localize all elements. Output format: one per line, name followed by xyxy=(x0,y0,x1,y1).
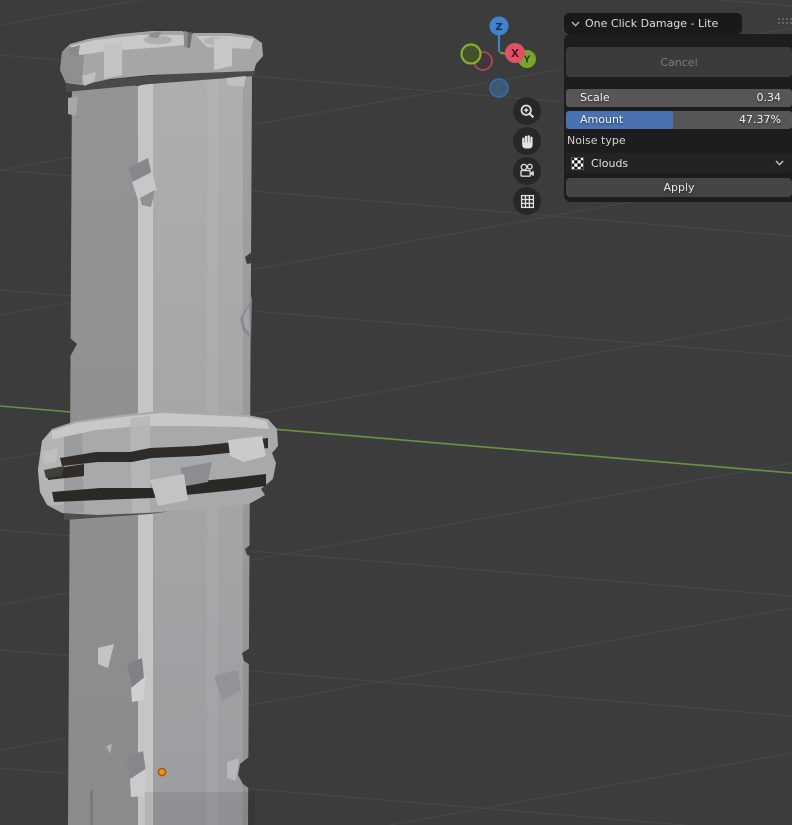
scale-value: 0.34 xyxy=(757,89,782,107)
camera-icon xyxy=(518,162,536,180)
axis-z-negative-ball[interactable] xyxy=(490,79,508,97)
apply-button[interactable]: Apply xyxy=(566,178,792,197)
camera-view-button[interactable] xyxy=(513,157,541,185)
noise-type-value: Clouds xyxy=(591,157,628,170)
panel-header[interactable]: One Click Damage - Lite xyxy=(564,13,742,34)
panel-title: One Click Damage - Lite xyxy=(585,17,718,30)
object-origin-point xyxy=(158,768,165,775)
amount-label: Amount xyxy=(580,111,623,129)
pan-button[interactable] xyxy=(513,127,541,155)
noise-type-label: Noise type xyxy=(567,133,626,149)
noise-type-dropdown[interactable]: Clouds xyxy=(566,153,792,173)
toggle-grid-button[interactable] xyxy=(513,187,541,215)
zoom-icon xyxy=(519,103,536,120)
scale-slider[interactable]: Scale 0.34 xyxy=(566,89,792,107)
dropdown-chevron-icon xyxy=(775,160,784,166)
zoom-button[interactable] xyxy=(513,97,541,125)
navigation-gizmo[interactable]: Y X Z xyxy=(455,10,547,106)
amount-value: 47.37% xyxy=(739,111,781,129)
axis-x-ball[interactable]: X xyxy=(505,43,525,63)
pillar-object[interactable] xyxy=(38,31,278,825)
cancel-button[interactable]: Cancel xyxy=(566,47,792,77)
pan-hand-icon xyxy=(519,133,536,150)
chevron-down-icon xyxy=(571,21,580,27)
scale-label: Scale xyxy=(580,89,610,107)
svg-text:Z: Z xyxy=(495,22,502,33)
grid-icon xyxy=(519,193,536,210)
drag-grip-icon[interactable] xyxy=(778,18,792,26)
blender-3d-viewport: { "panel": { "title": "One Click Damage … xyxy=(0,0,792,825)
axis-z-ball[interactable]: Z xyxy=(490,17,509,36)
checker-texture-icon xyxy=(571,157,584,170)
amount-slider[interactable]: Amount 47.37% xyxy=(566,111,792,129)
svg-text:X: X xyxy=(511,48,519,60)
pillar-middle-band xyxy=(38,411,278,515)
axis-y-negative-ball[interactable] xyxy=(462,45,481,64)
